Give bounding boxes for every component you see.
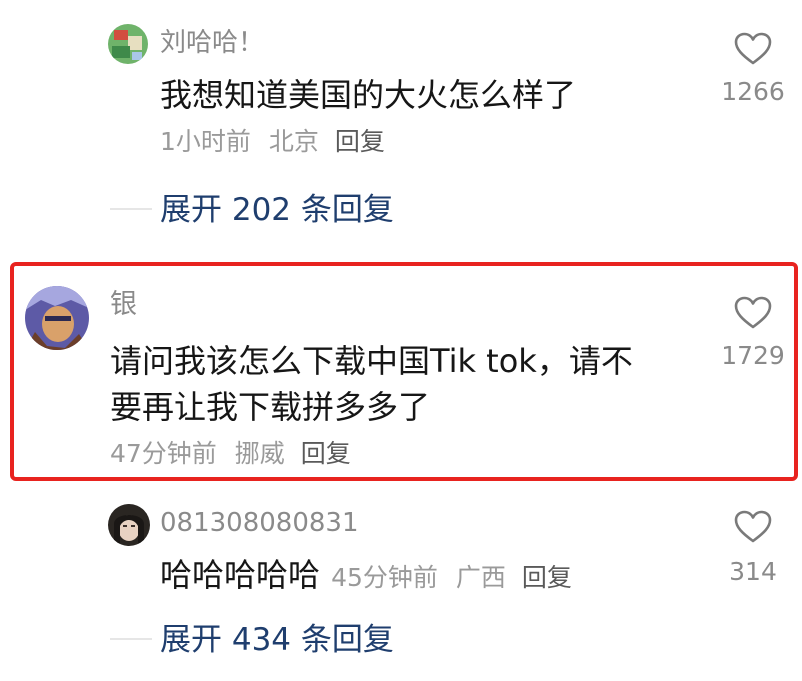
avatar[interactable]	[108, 24, 148, 64]
username[interactable]: 081308080831	[160, 506, 359, 540]
comment-row: 哈哈哈哈哈 45分钟前 广西 回复	[160, 554, 572, 599]
avatar[interactable]	[108, 504, 150, 546]
heart-outline-icon[interactable]	[734, 32, 772, 66]
comment-time: 1小时前	[160, 127, 251, 156]
heart-outline-icon[interactable]	[734, 510, 772, 544]
expand-replies-button[interactable]: 展开 202 条回复	[160, 190, 394, 230]
username[interactable]: 银	[110, 288, 137, 322]
heart-outline-icon[interactable]	[734, 296, 772, 330]
comment-item: 刘哈哈！ 我想知道美国的大火怎么样了 1小时前 北京 回复 1266 展开 20…	[0, 0, 802, 240]
divider	[110, 208, 152, 210]
comment-text: 我想知道美国的大火怎么样了	[160, 76, 577, 114]
comment-meta: 47分钟前 挪威 回复	[110, 438, 351, 470]
comment-text-line-2: 要再让我下载拼多多了	[110, 388, 431, 426]
like-count: 1266	[721, 77, 785, 106]
comment-item: 081308080831 哈哈哈哈哈 45分钟前 广西 回复 314 展开 43…	[0, 490, 802, 681]
comment-location: 挪威	[234, 439, 285, 468]
comment-time: 47分钟前	[110, 439, 217, 468]
comment-location: 广西	[455, 563, 506, 592]
comment-meta: 45分钟前 广西 回复	[331, 563, 572, 592]
reply-button[interactable]: 回复	[301, 439, 351, 468]
comment-item: 银 请问我该怎么下载中国Tik tok，请不 要再让我下载拼多多了 47分钟前 …	[0, 262, 802, 481]
reply-button[interactable]: 回复	[522, 563, 572, 592]
comment-text-line-1: 请问我该怎么下载中国Tik tok，请不	[110, 342, 633, 380]
expand-replies-button[interactable]: 展开 434 条回复	[160, 620, 394, 660]
comment-meta: 1小时前 北京 回复	[160, 126, 385, 158]
reply-button[interactable]: 回复	[335, 127, 385, 156]
avatar[interactable]	[25, 286, 89, 350]
username[interactable]: 刘哈哈！	[160, 26, 264, 60]
like-count: 314	[729, 557, 777, 586]
comment-time: 45分钟前	[331, 563, 438, 592]
divider	[110, 638, 152, 640]
comment-location: 北京	[268, 127, 319, 156]
comment-text: 哈哈哈哈哈	[160, 556, 321, 594]
like-count: 1729	[721, 341, 785, 370]
